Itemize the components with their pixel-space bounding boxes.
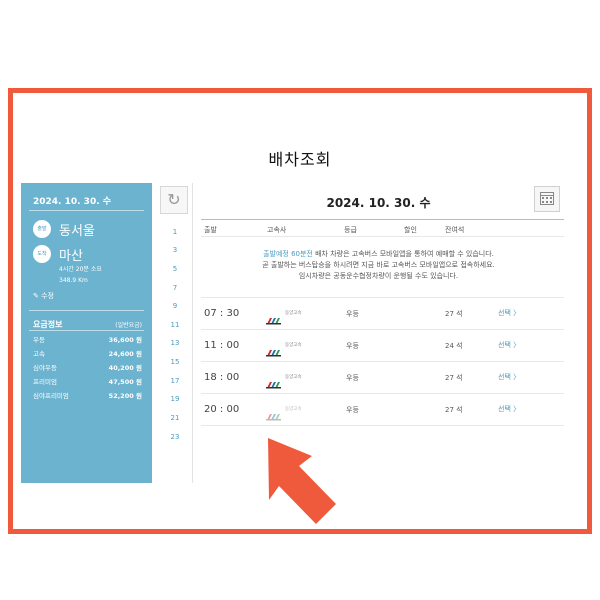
schedule-panel: 2024. 10. 30. 수 출발 고속사 등급 할인 잔여석 출발예정 60… (193, 183, 564, 483)
select-button[interactable]: 선택 〉 (498, 340, 520, 350)
col-header-company: 고속사 (267, 226, 287, 234)
fare-price: 24,600 원 (108, 350, 142, 358)
hour-link[interactable]: 17 (158, 377, 192, 385)
hour-link[interactable]: 7 (158, 284, 192, 292)
fare-row: 고속 24,600 원 (33, 348, 142, 358)
hour-link[interactable]: 21 (158, 414, 192, 422)
header-top-rule (201, 219, 564, 220)
pencil-icon: ✎ (33, 292, 39, 300)
refresh-button[interactable]: ↻ (160, 186, 188, 214)
schedule-row: 20 : 00 동양고속 우등 27 석 선택 〉 (193, 394, 564, 425)
col-header-discount: 할인 (404, 226, 417, 234)
notice-line1: 배차 차량은 고속버스 모바일앱을 통하여 예매할 수 있습니다. (312, 250, 494, 258)
fare-grade: 심야우등 (33, 364, 57, 372)
fare-price: 36,600 원 (108, 336, 142, 344)
fare-info-title: 요금정보 (33, 320, 63, 329)
remaining-seats: 27 석 (445, 406, 463, 414)
departure-time: 07 : 30 (204, 308, 240, 319)
hour-rail: ↻ 1 3 5 7 9 11 13 15 17 19 21 23 (158, 183, 193, 483)
departure-time: 11 : 00 (204, 340, 240, 351)
col-header-departure: 출발 (204, 226, 217, 234)
remaining-seats: 24 석 (445, 342, 463, 350)
header-bottom-rule (201, 236, 564, 237)
hour-link[interactable]: 11 (158, 321, 192, 329)
hour-link[interactable]: 13 (158, 339, 192, 347)
select-button[interactable]: 선택 〉 (498, 372, 520, 382)
hour-link[interactable]: 19 (158, 395, 192, 403)
sidebar-date: 2024. 10. 30. 수 (33, 197, 112, 207)
departure-time: 18 : 00 (204, 372, 240, 383)
bus-grade: 우등 (346, 310, 359, 318)
row-divider (201, 425, 564, 426)
company-name: 동양고속 (285, 343, 302, 348)
hour-link[interactable]: 23 (158, 433, 192, 441)
up-arrow-icon (268, 438, 336, 524)
arrival-badge: 도착 (33, 245, 51, 263)
hour-link[interactable]: 9 (158, 302, 192, 310)
notice-highlight: 출발예정 60분전 (263, 250, 313, 258)
schedule-row: 07 : 30 동양고속 우등 27 석 선택 〉 (193, 298, 564, 329)
fare-row: 심야우등 40,200 원 (33, 362, 142, 372)
company-name: 동양고속 (285, 311, 302, 316)
departure-city: 동서울 (59, 224, 95, 239)
bus-company-logo: 동양고속 (266, 406, 312, 425)
arrival-city: 마산 (59, 249, 83, 264)
notice-line3: 임시차량은 공동운수협정차량이 운행될 수도 있습니다. (298, 272, 459, 280)
travel-duration: 4시간 20분 소요 (59, 266, 102, 273)
edit-route-button[interactable]: ✎ 수정 (33, 291, 54, 301)
select-button[interactable]: 선택 〉 (498, 404, 520, 414)
hour-link[interactable]: 3 (158, 246, 192, 254)
fare-grade: 우등 (33, 336, 45, 344)
calendar-button[interactable] (534, 186, 560, 212)
fare-row: 심야프리미엄 52,200 원 (33, 390, 142, 400)
fare-grade: 프리미엄 (33, 378, 57, 386)
select-button[interactable]: 선택 〉 (498, 308, 520, 318)
company-name: 동양고속 (285, 407, 302, 412)
bus-company-logo: 동양고속 (266, 342, 312, 361)
fare-grade: 고속 (33, 350, 45, 358)
remaining-seats: 27 석 (445, 374, 463, 382)
company-logo-mark (266, 318, 281, 325)
schedule-row: 18 : 00 동양고속 우등 27 석 선택 〉 (193, 362, 564, 393)
company-logo-mark (266, 382, 281, 389)
fare-price: 52,200 원 (108, 392, 142, 400)
company-logo-mark (266, 350, 281, 357)
departure-badge: 출발 (33, 220, 51, 238)
col-header-grade: 등급 (344, 226, 357, 234)
notice-line2: 곧 출발하는 버스탑승을 하시려면 지금 바로 고속버스 모바일앱으로 접속하세… (262, 261, 495, 269)
departure-time: 20 : 00 (204, 404, 240, 415)
bus-grade: 우등 (346, 406, 359, 414)
selected-date: 2024. 10. 30. 수 (326, 196, 431, 210)
travel-distance: 348.9 Km (59, 277, 88, 284)
bus-company-logo: 동양고속 (266, 310, 312, 329)
refresh-icon: ↻ (167, 190, 181, 209)
hour-link[interactable]: 15 (158, 358, 192, 366)
edit-label: 수정 (41, 292, 54, 300)
fare-price: 40,200 원 (108, 364, 142, 372)
company-name: 동양고속 (285, 375, 302, 380)
fare-grade: 심야프리미엄 (33, 392, 69, 400)
fare-row: 프리미엄 47,500 원 (33, 376, 142, 386)
calendar-icon (540, 192, 554, 205)
bus-grade: 우등 (346, 374, 359, 382)
col-header-seats: 잔여석 (445, 226, 465, 234)
fare-row: 우등 36,600 원 (33, 334, 142, 344)
page-title: 배차조회 (268, 150, 332, 169)
divider (29, 310, 144, 311)
route-summary-sidebar: 2024. 10. 30. 수 출발 동서울 도착 마산 4시간 20분 소요 … (21, 183, 152, 483)
schedule-row: 11 : 00 동양고속 우등 24 석 선택 〉 (193, 330, 564, 361)
bus-company-logo: 동양고속 (266, 374, 312, 393)
fare-info-note: (일반요금) (115, 322, 142, 329)
bus-grade: 우등 (346, 342, 359, 350)
divider (29, 330, 144, 331)
booking-notice: 출발예정 60분전 배차 차량은 고속버스 모바일앱을 통하여 예매할 수 있습… (193, 249, 564, 282)
divider (29, 210, 144, 211)
company-logo-mark (266, 414, 281, 421)
remaining-seats: 27 석 (445, 310, 463, 318)
hour-link[interactable]: 5 (158, 265, 192, 273)
hour-link[interactable]: 1 (158, 228, 192, 236)
fare-price: 47,500 원 (108, 378, 142, 386)
